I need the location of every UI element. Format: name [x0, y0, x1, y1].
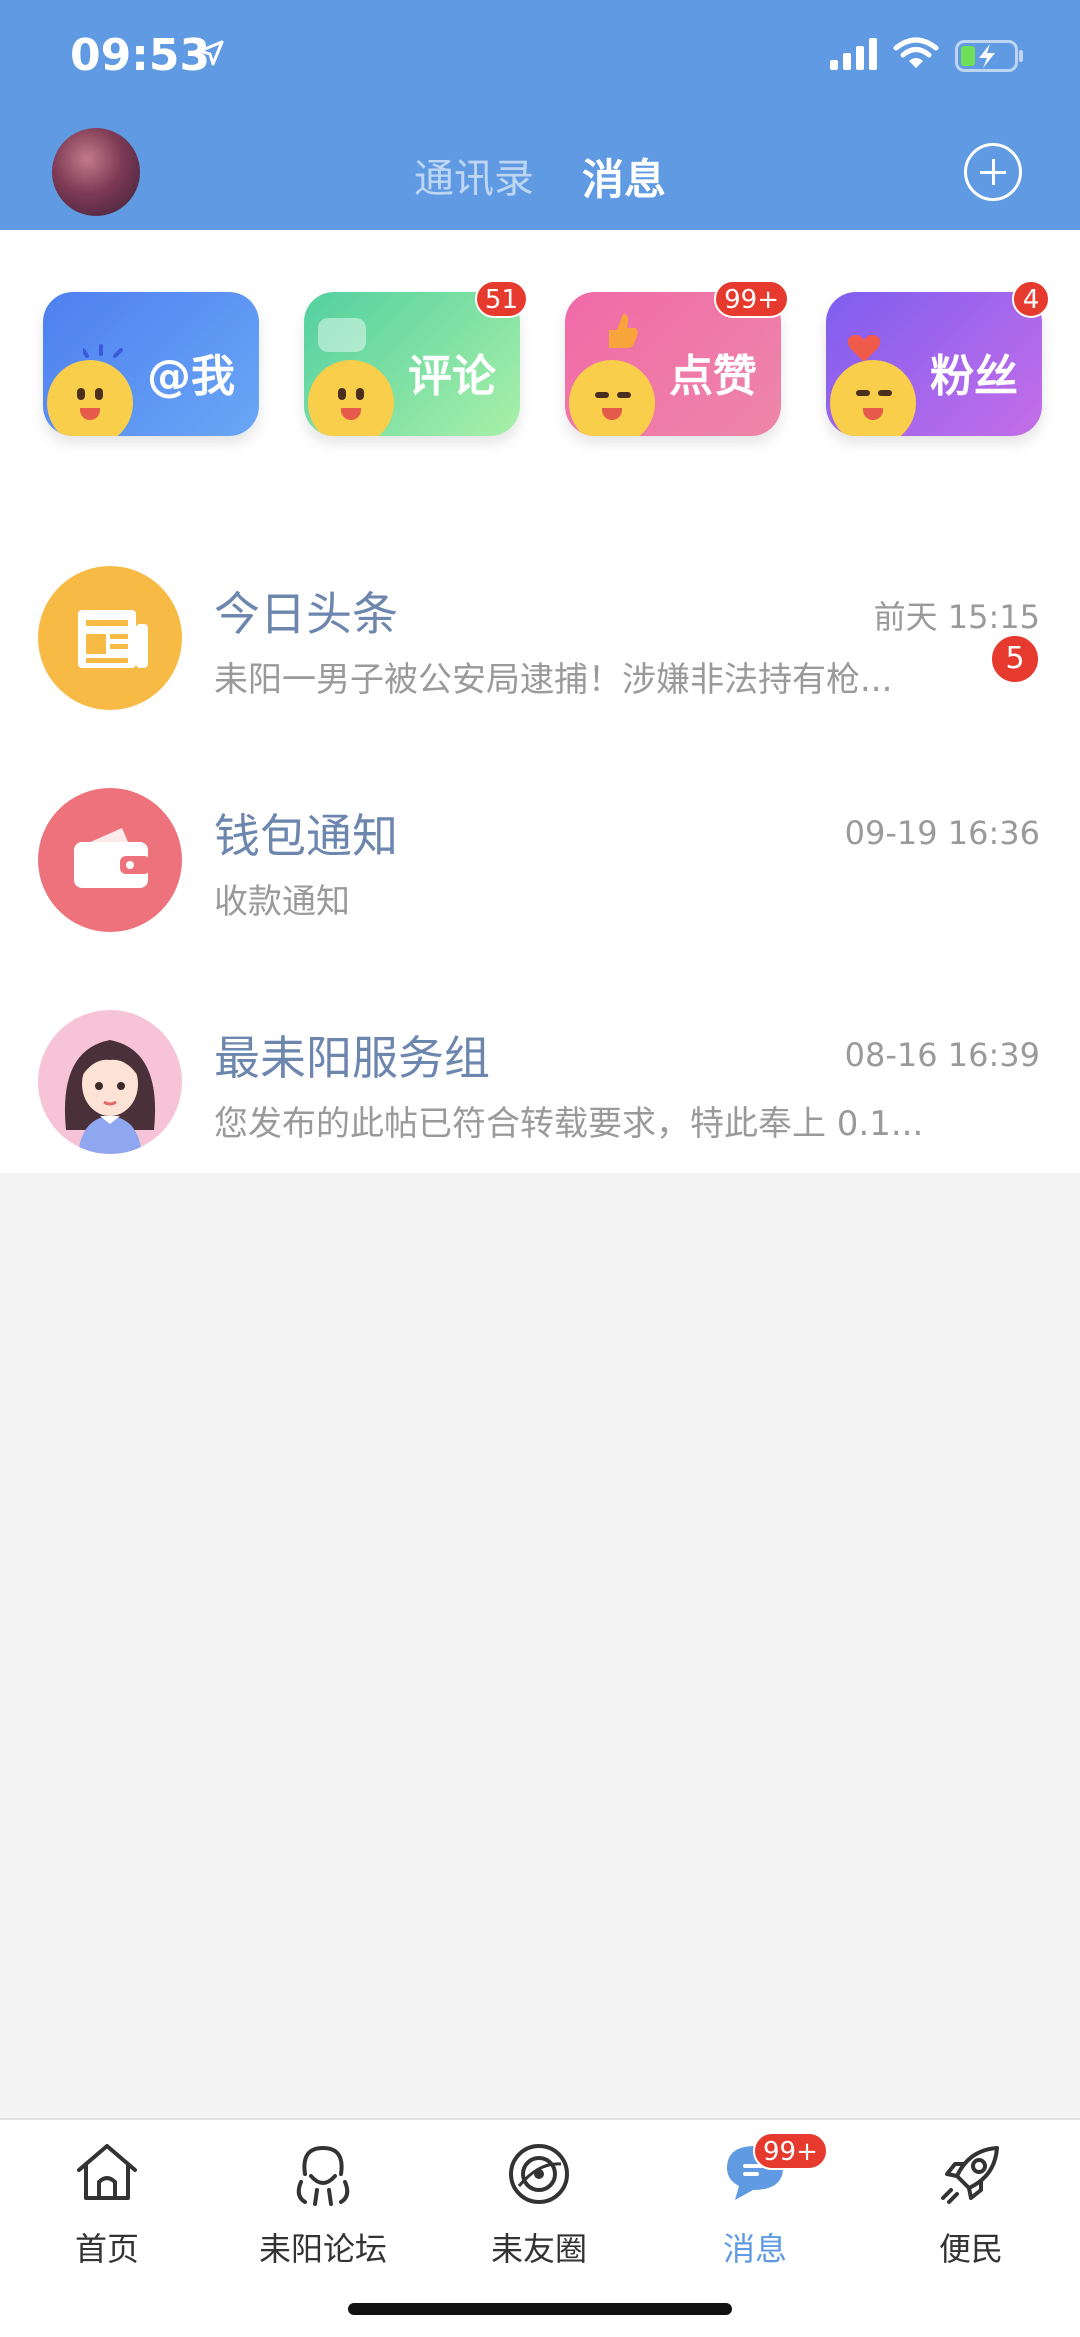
message-title: 最耒阳服务组: [214, 1031, 490, 1085]
sparkle-icon: [83, 344, 123, 358]
tab-home[interactable]: 首页: [27, 2130, 187, 2270]
category-label: 评论: [408, 351, 496, 402]
speech-bubble-icon: [318, 318, 366, 352]
wifi-icon: [893, 37, 939, 68]
category-label: 粉丝: [930, 351, 1018, 402]
tab-messages-bottom[interactable]: 99+ 消息: [675, 2130, 835, 2270]
add-button[interactable]: [964, 143, 1022, 201]
newspaper-icon: [38, 566, 182, 710]
messages-tab-badge: 99+: [753, 2132, 828, 2170]
forum-icon: [296, 2145, 350, 2206]
message-preview: 耒阳一男子被公安局逮捕！涉嫌非法持有枪...: [214, 660, 893, 700]
unread-badge: 5: [990, 634, 1040, 684]
tab-circle[interactable]: 耒友圈: [459, 2130, 619, 2270]
comments-badge: 51: [474, 280, 528, 318]
message-preview: 您发布的此帖已符合转载要求，特此奉上 0.1...: [214, 1104, 924, 1144]
wallet-icon: [38, 788, 182, 932]
thumbs-up-icon: [609, 314, 638, 348]
circle-icon: [509, 2144, 569, 2204]
message-preview: 收款通知: [214, 882, 350, 922]
message-time: 08-16 16:39: [844, 1036, 1040, 1074]
emoji-face-icon: [47, 360, 133, 436]
message-content: @我 评论 51 点赞 99+ 粉丝 4 今日头条 前天 15:15 耒阳一男子…: [0, 230, 1080, 1173]
category-card: @我: [43, 292, 259, 436]
message-title: 钱包通知: [214, 809, 398, 863]
category-card: 粉丝: [826, 292, 1042, 436]
user-avatar[interactable]: [52, 128, 140, 216]
category-label: 点赞: [669, 351, 757, 402]
category-mentions[interactable]: @我: [43, 292, 259, 436]
category-fans[interactable]: 粉丝 4: [826, 280, 1050, 436]
header: 09:53 通讯录 消息: [0, 0, 1080, 230]
app: 09:53 通讯录 消息 @我 评论 51 点赞 99+ 粉丝 4 今日头条 前…: [0, 0, 1080, 2337]
tab-label: 便民: [938, 2230, 1003, 2268]
message-time: 09-19 16:36: [844, 814, 1040, 852]
tab-label: 首页: [74, 2230, 139, 2268]
tab-label: 消息: [722, 2230, 787, 2268]
tab-label: 耒阳论坛: [258, 2230, 387, 2268]
home-icon: [77, 2144, 137, 2200]
list-item[interactable]: 今日头条 前天 15:15 耒阳一男子被公安局逮捕！涉嫌非法持有枪... 5: [0, 548, 1080, 728]
fans-badge: 4: [1012, 280, 1050, 318]
message-title: 今日头条: [214, 587, 398, 641]
category-comments[interactable]: 评论 51: [304, 280, 528, 436]
message-time: 前天 15:15: [873, 598, 1040, 636]
location-icon: [198, 40, 224, 66]
tab-forum[interactable]: 耒阳论坛: [243, 2130, 403, 2270]
tab-contacts[interactable]: 通讯录: [414, 146, 534, 204]
emoji-face-icon: [830, 360, 916, 436]
category-likes[interactable]: 点赞 99+: [565, 280, 789, 436]
girl-avatar: [38, 1010, 182, 1154]
list-item[interactable]: 钱包通知 09-19 16:36 收款通知: [0, 770, 1080, 950]
signal-icon: [830, 38, 877, 70]
rocket-icon: [941, 2146, 999, 2204]
emoji-face-icon: [569, 360, 655, 436]
tab-label: 耒友圈: [490, 2230, 587, 2268]
tab-messages[interactable]: 消息: [582, 146, 666, 207]
status-time: 09:53: [70, 30, 211, 81]
likes-badge: 99+: [714, 280, 789, 318]
list-item[interactable]: 最耒阳服务组 08-16 16:39 您发布的此帖已符合转载要求，特此奉上 0.…: [0, 992, 1080, 1172]
category-label: @我: [147, 351, 235, 402]
tab-convenience[interactable]: 便民: [891, 2130, 1051, 2270]
emoji-face-icon: [308, 360, 394, 436]
battery-icon: [955, 40, 1023, 72]
home-indicator: [348, 2303, 732, 2315]
